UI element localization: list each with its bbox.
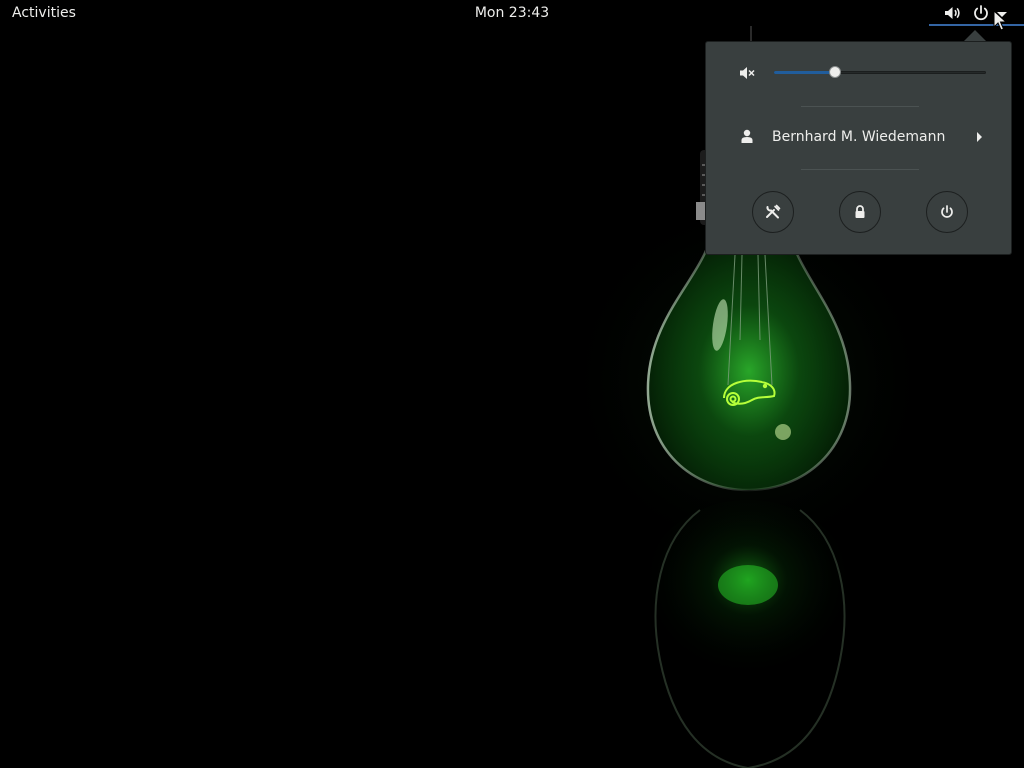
top-panel: Activities Mon 23:43 bbox=[0, 0, 1024, 26]
active-indicator-underline bbox=[929, 24, 1024, 26]
power-icon bbox=[941, 205, 953, 218]
lock-icon bbox=[855, 205, 865, 218]
submenu-arrow-icon bbox=[977, 132, 982, 142]
volume-icon bbox=[945, 7, 960, 19]
system-menu: Bernhard M. Wiedemann bbox=[705, 41, 1012, 255]
settings-tools-icon bbox=[766, 204, 781, 219]
person-icon bbox=[741, 129, 753, 143]
volume-slider-handle[interactable] bbox=[829, 66, 841, 78]
speaker-muted-icon bbox=[740, 67, 755, 79]
user-name-label: Bernhard M. Wiedemann bbox=[772, 129, 946, 145]
volume-row bbox=[706, 58, 1011, 88]
desktop: Activities Mon 23:43 Bernhard M. Wiedema… bbox=[0, 0, 1024, 768]
system-status-indicator[interactable] bbox=[929, 0, 1024, 26]
power-icon bbox=[974, 5, 988, 21]
volume-slider[interactable] bbox=[774, 66, 986, 78]
volume-slider-fill bbox=[774, 71, 835, 74]
mouse-cursor-icon bbox=[993, 10, 1007, 31]
lock-button[interactable] bbox=[839, 191, 881, 233]
clock[interactable]: Mon 23:43 bbox=[462, 0, 562, 26]
menu-separator bbox=[801, 169, 919, 170]
power-off-button[interactable] bbox=[926, 191, 968, 233]
user-menu-item[interactable]: Bernhard M. Wiedemann bbox=[706, 122, 1011, 152]
activities-button[interactable]: Activities bbox=[0, 0, 88, 26]
settings-button[interactable] bbox=[752, 191, 794, 233]
menu-separator bbox=[801, 106, 919, 107]
